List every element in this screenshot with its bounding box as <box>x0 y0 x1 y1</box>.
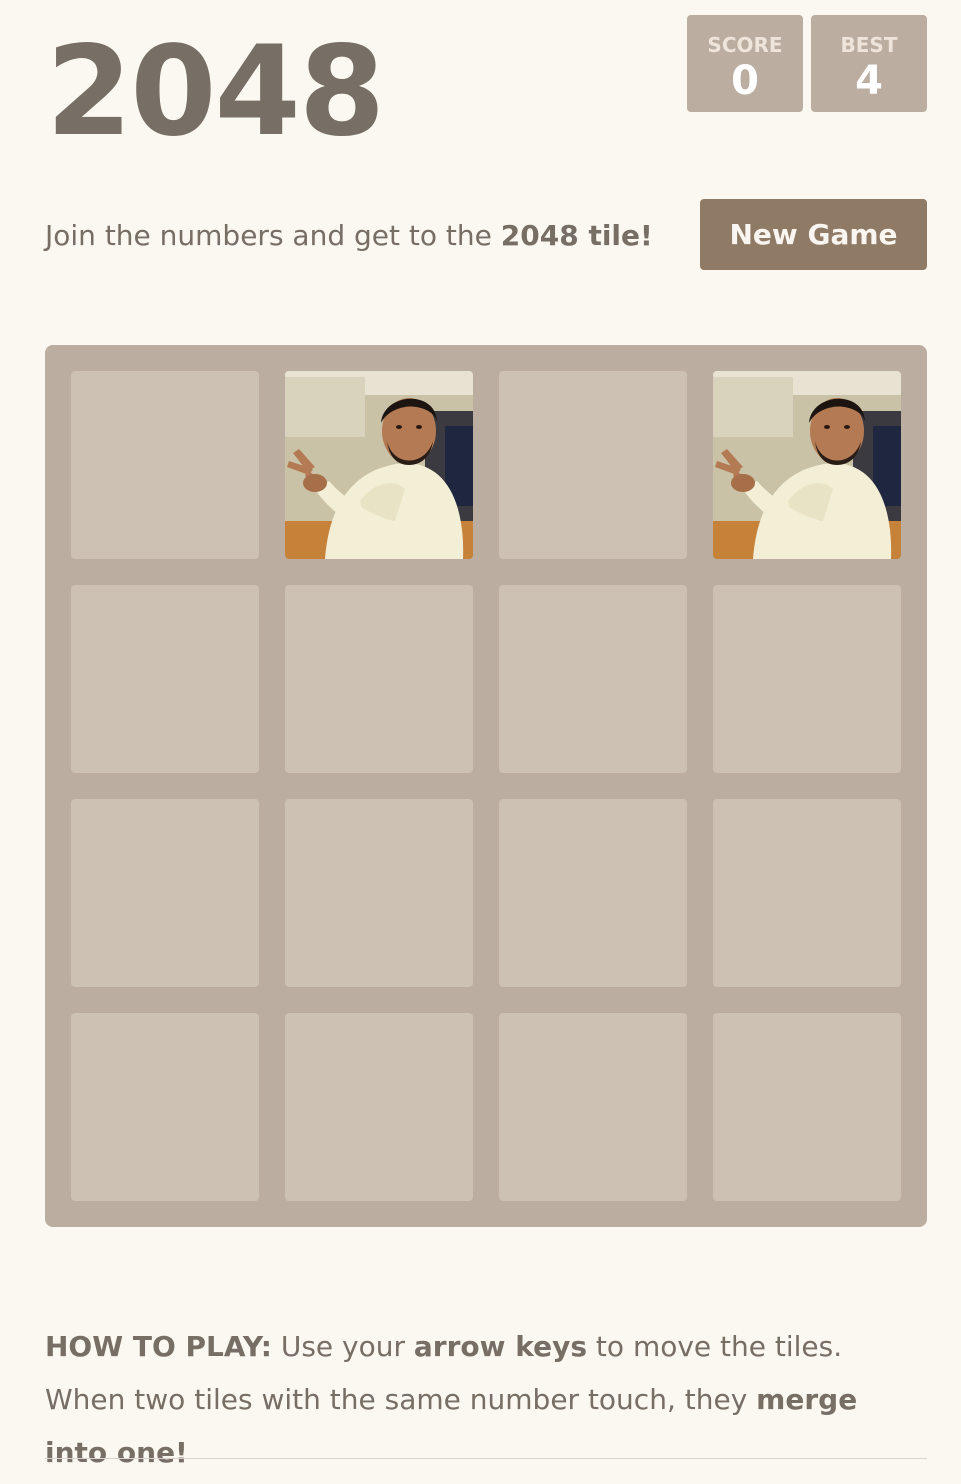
grid-cell <box>71 371 259 559</box>
how-to-play-prefix: HOW TO PLAY: <box>45 1330 272 1363</box>
game-board[interactable] <box>45 345 927 1227</box>
grid-cell <box>713 799 901 987</box>
best-label: BEST <box>840 33 898 57</box>
game-intro: Join the numbers and get to the 2048 til… <box>45 219 653 253</box>
how-to-play-text-1: Use your <box>271 1330 414 1363</box>
grid-cell <box>285 799 473 987</box>
grid-cell <box>713 585 901 773</box>
grid-cell <box>71 799 259 987</box>
how-to-play: HOW TO PLAY: Use your arrow keys to move… <box>45 1320 927 1479</box>
score-box: SCORE 0 <box>687 15 803 112</box>
grid-cell <box>499 585 687 773</box>
best-score-box: BEST 4 <box>811 15 927 112</box>
grid-cell <box>499 371 687 559</box>
grid-cell <box>71 1013 259 1201</box>
game-title: 2048 <box>46 20 385 164</box>
grid-cell <box>71 585 259 773</box>
tile-photo <box>713 371 901 559</box>
grid-cell <box>285 585 473 773</box>
grid-cell <box>499 799 687 987</box>
intro-highlight: 2048 tile! <box>500 219 653 252</box>
divider <box>45 1458 927 1459</box>
grid-cell <box>499 1013 687 1201</box>
how-to-play-bold-1: arrow keys <box>413 1330 588 1363</box>
grid-cell <box>713 1013 901 1201</box>
game-page: 2048 SCORE 0 BEST 4 Join the numbers and… <box>0 0 961 1484</box>
score-value: 0 <box>731 58 759 104</box>
tile-photo <box>285 371 473 559</box>
grid-cell <box>285 1013 473 1201</box>
best-value: 4 <box>855 58 883 104</box>
new-game-button[interactable]: New Game <box>700 199 927 270</box>
score-label: SCORE <box>707 33 783 57</box>
intro-text: Join the numbers and get to the <box>45 219 501 252</box>
